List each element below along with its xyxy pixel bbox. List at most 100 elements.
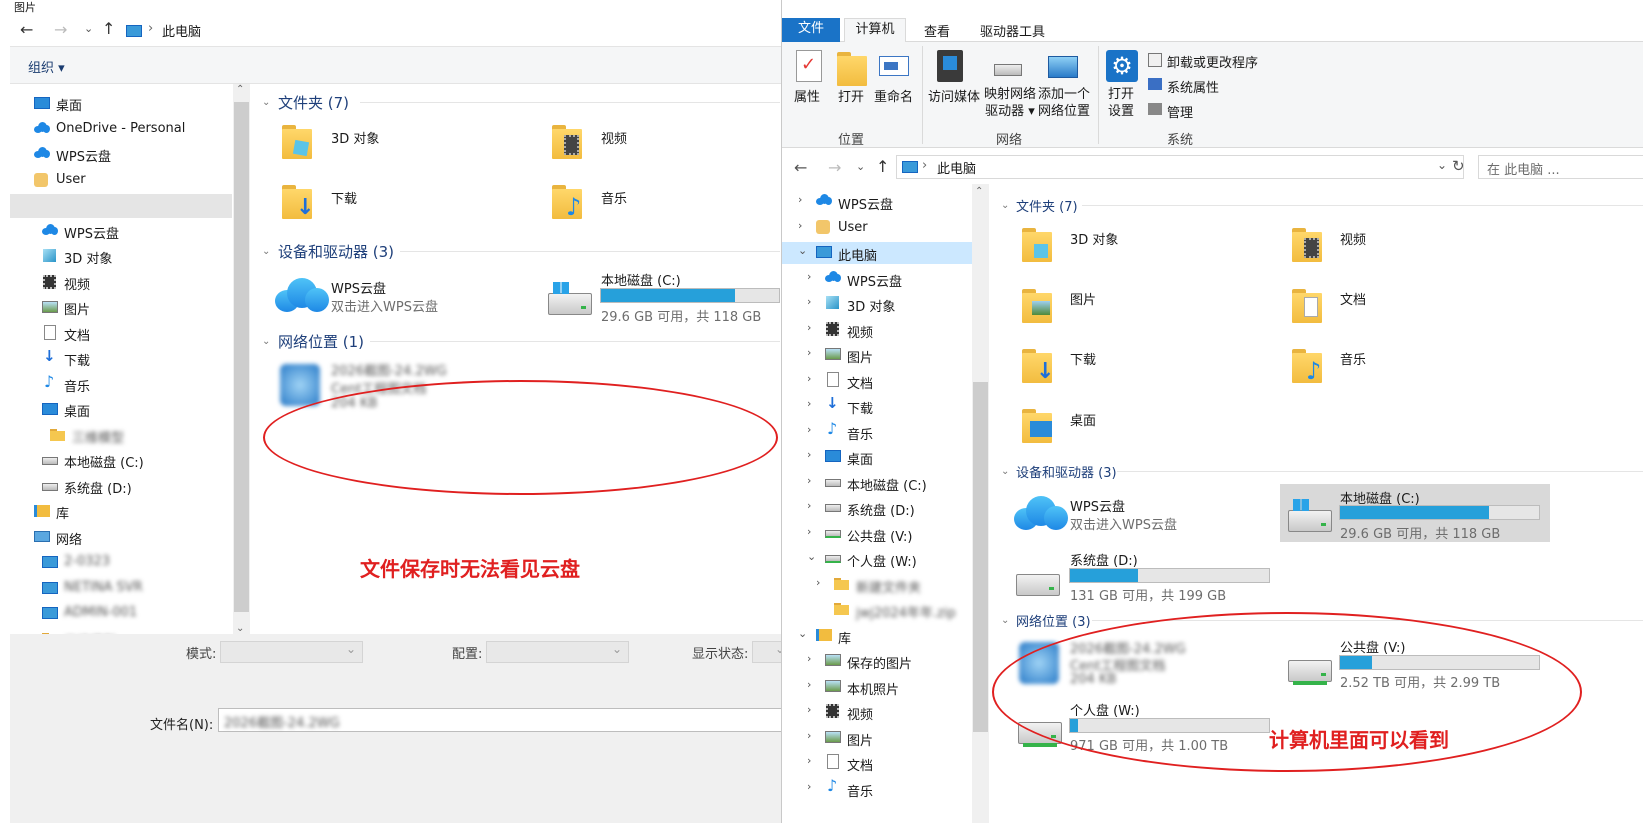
manage-button[interactable]: 管理 xyxy=(1167,102,1193,121)
folder-download[interactable]: 下载 xyxy=(1070,349,1096,368)
picture-folder-icon[interactable] xyxy=(1022,287,1052,323)
expand-chevron-icon[interactable]: › xyxy=(807,474,811,487)
uninstall-button[interactable]: 卸载或更改程序 xyxy=(1167,52,1258,71)
map-drive-button[interactable]: 映射网络 驱动器 ▾ xyxy=(984,86,1036,120)
tab-view[interactable]: 查看 xyxy=(924,21,950,40)
tab-file[interactable]: 文件 xyxy=(782,18,840,42)
nav-item[interactable]: jwj2024年年.zip xyxy=(782,599,972,621)
network-header[interactable]: 网络位置 (1) xyxy=(278,331,364,352)
forward-button[interactable]: → xyxy=(54,20,67,39)
media-icon[interactable] xyxy=(937,50,963,82)
recent-dropdown[interactable]: ⌄ xyxy=(856,160,865,173)
nav-item[interactable]: › 保存的图片 xyxy=(782,650,972,672)
folder-picture[interactable]: 图片 xyxy=(1070,289,1096,308)
folder-music[interactable]: 音乐 xyxy=(1340,349,1366,368)
nav-item[interactable]: › 图片 xyxy=(782,727,972,749)
open-icon[interactable] xyxy=(837,50,867,86)
nav-item[interactable]: › 图片 xyxy=(782,344,972,366)
expand-chevron-icon[interactable]: › xyxy=(807,321,811,334)
c-drive-name[interactable]: 本地磁盘 (C:) xyxy=(601,270,681,289)
3d-folder-icon[interactable] xyxy=(282,123,312,159)
collapse-icon[interactable]: ⌄ xyxy=(1001,200,1009,211)
nav-item[interactable]: › ↓ 下载 xyxy=(782,394,972,417)
d-drive-icon[interactable] xyxy=(1016,574,1060,596)
collapse-icon[interactable]: ⌄ xyxy=(1001,615,1009,626)
expand-chevron-icon[interactable]: › xyxy=(807,295,811,308)
download-folder-icon[interactable]: ↓ xyxy=(1022,347,1054,384)
nav-item[interactable]: ⌄ 个人盘 (W:) xyxy=(782,548,972,570)
nav-item[interactable]: › 文档 xyxy=(782,752,972,774)
expand-chevron-icon[interactable]: › xyxy=(807,703,811,716)
manage-icon[interactable] xyxy=(1148,103,1162,115)
expand-chevron-icon[interactable]: ⌄ xyxy=(807,550,816,563)
nav-item[interactable]: › 新建文件夹 xyxy=(782,574,972,596)
expand-chevron-icon[interactable]: › xyxy=(807,372,811,385)
expand-chevron-icon[interactable]: › xyxy=(816,576,820,589)
music-folder-icon[interactable]: ♪ xyxy=(552,183,582,221)
config-select[interactable] xyxy=(486,641,629,663)
network-header[interactable]: 网络位置 (3) xyxy=(1016,611,1091,630)
wps-cloud-icon[interactable] xyxy=(275,278,329,312)
folder-3d[interactable]: 3D 对象 xyxy=(1070,229,1118,248)
up-button[interactable]: ↑ xyxy=(102,19,115,38)
nav-item[interactable]: › 本地磁盘 (C:) xyxy=(782,472,972,494)
folders-header[interactable]: 文件夹 (7) xyxy=(278,92,349,113)
expand-chevron-icon[interactable]: › xyxy=(798,219,802,232)
nav-item[interactable]: › 文档 xyxy=(782,370,972,392)
download-folder-icon[interactable]: ↓ xyxy=(282,183,314,220)
expand-chevron-icon[interactable]: › xyxy=(807,754,811,767)
expand-chevron-icon[interactable]: › xyxy=(807,346,811,359)
folder-document[interactable]: 文档 xyxy=(1340,289,1366,308)
expand-chevron-icon[interactable]: › xyxy=(807,423,811,436)
devices-header[interactable]: 设备和驱动器 (3) xyxy=(278,241,394,262)
folder-video[interactable]: 视频 xyxy=(1340,229,1366,248)
rename-icon[interactable] xyxy=(879,56,909,76)
wps-name[interactable]: WPS云盘 xyxy=(1070,496,1125,515)
refresh-button[interactable]: ↻ xyxy=(1452,157,1465,175)
desktop-folder-icon[interactable] xyxy=(1022,407,1052,443)
collapse-icon[interactable]: ⌄ xyxy=(262,246,270,257)
uninstall-icon[interactable] xyxy=(1148,53,1162,67)
net-name[interactable]: 2026截图-24.2WG xyxy=(331,360,447,379)
expand-chevron-icon[interactable]: › xyxy=(807,525,811,538)
map-drive-icon[interactable] xyxy=(994,64,1022,76)
properties-icon[interactable]: ✓ xyxy=(796,50,822,82)
address-bar[interactable] xyxy=(896,155,1464,179)
settings-icon[interactable]: ⚙ xyxy=(1106,50,1138,82)
media-button[interactable]: 访问媒体 xyxy=(928,86,980,105)
properties-button[interactable]: 属性 xyxy=(794,86,820,105)
network-file-icon[interactable] xyxy=(280,364,320,406)
sysprops-icon[interactable] xyxy=(1148,78,1162,90)
nav-item[interactable]: › 视频 xyxy=(782,319,972,341)
nav-item[interactable]: › 本机照片 xyxy=(782,676,972,698)
add-network-button[interactable]: 添加一个 网络位置 xyxy=(1038,86,1090,120)
collapse-icon[interactable]: ⌄ xyxy=(262,336,270,347)
open-button[interactable]: 打开 xyxy=(838,86,864,105)
nav-item[interactable]: › User xyxy=(782,217,972,239)
tab-computer[interactable]: 计算机 xyxy=(844,18,906,43)
breadcrumb[interactable]: 此电脑 xyxy=(162,21,201,40)
breadcrumb[interactable]: 此电脑 xyxy=(937,158,976,177)
folder-3d[interactable]: 3D 对象 xyxy=(331,128,379,147)
nav-item[interactable]: › 公共盘 (V:) xyxy=(782,523,972,545)
expand-chevron-icon[interactable]: › xyxy=(807,448,811,461)
nav-item[interactable]: › ♪ 音乐 xyxy=(782,419,972,443)
folder-download[interactable]: 下载 xyxy=(331,188,357,207)
nav-item[interactable]: ⌄ 此电脑 xyxy=(782,242,972,264)
windows-drive-icon[interactable] xyxy=(1288,499,1332,532)
nav-item[interactable]: › WPS云盘 xyxy=(782,268,972,290)
nav-item[interactable]: ⌄ 库 xyxy=(782,625,972,647)
nav-item[interactable]: › 3D 对象 xyxy=(782,293,972,315)
folder-desktop[interactable]: 桌面 xyxy=(1070,410,1096,429)
expand-chevron-icon[interactable]: › xyxy=(807,780,811,793)
devices-header[interactable]: 设备和驱动器 (3) xyxy=(1016,462,1117,481)
rename-button[interactable]: 重命名 xyxy=(874,86,913,105)
expand-chevron-icon[interactable]: › xyxy=(807,270,811,283)
expand-chevron-icon[interactable]: › xyxy=(807,678,811,691)
nav-item[interactable]: › 桌面 xyxy=(782,446,972,468)
document-folder-icon[interactable] xyxy=(1292,287,1322,323)
3d-folder-icon[interactable] xyxy=(1022,226,1052,262)
address-dropdown[interactable]: ⌄ xyxy=(1437,158,1447,172)
nav-scrollbar[interactable]: ⌃ ⌄ xyxy=(233,84,250,634)
nav-item[interactable]: › ♪ 音乐 xyxy=(782,776,972,800)
